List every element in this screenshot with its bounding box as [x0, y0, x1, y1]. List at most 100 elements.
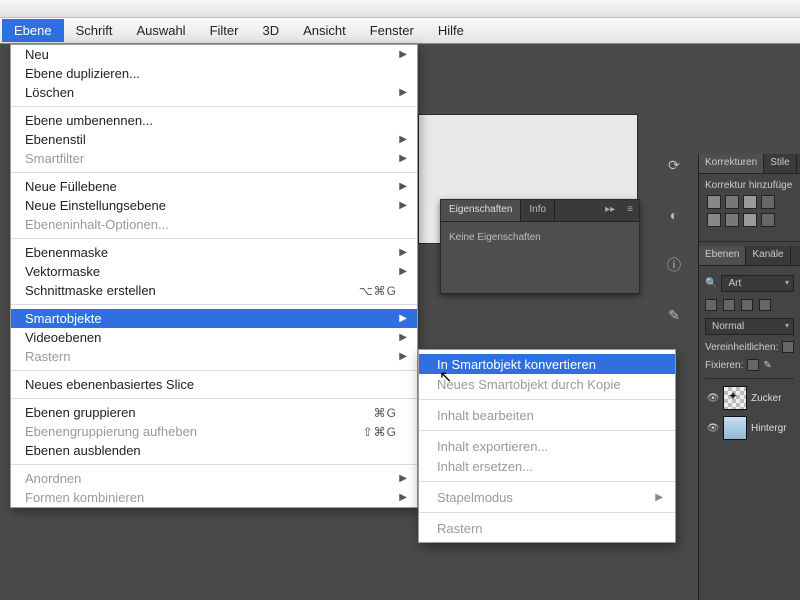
tab-info[interactable]: Info [521, 200, 555, 221]
unify-icon[interactable] [782, 341, 794, 353]
panel-menu-icon[interactable]: ≡ [621, 200, 639, 221]
submenu-item: Neues Smartobjekt durch Kopie [419, 374, 675, 394]
layer-name: Hintergr [751, 423, 787, 434]
panel-collapse-icon[interactable]: ▸▸ [599, 200, 621, 221]
menu-item-label: Schnittmaske erstellen [25, 283, 156, 298]
menu-item-label: Videoebenen [25, 330, 101, 345]
menu-item-label: Ebeneninhalt-Optionen... [25, 217, 169, 232]
menu-item-label: Ebene umbenennen... [25, 113, 153, 128]
dropdown-item[interactable]: Neue Einstellungsebene▶ [11, 196, 417, 215]
menu-auswahl[interactable]: Auswahl [124, 19, 197, 42]
submenu-arrow-icon: ▶ [399, 351, 407, 362]
layer-thumbnail[interactable] [723, 416, 747, 440]
collapsed-panel-strip: ⟳ ◐ ⓘ ✎ [660, 154, 688, 326]
menu-item-label: Rastern [437, 521, 483, 536]
menu-fenster[interactable]: Fenster [358, 19, 426, 42]
menu-item-label: Ebene duplizieren... [25, 66, 140, 81]
dropdown-item[interactable]: Videoebenen ▶ [11, 328, 417, 347]
filter-icon[interactable] [705, 299, 717, 311]
menu-item-label: Inhalt bearbeiten [437, 408, 534, 423]
menu-item-label: Neu [25, 47, 49, 62]
dropdown-item[interactable]: Neues ebenenbasiertes Slice [11, 375, 417, 394]
layers-tabs: Ebenen Kanäle [699, 246, 800, 266]
submenu-arrow-icon: ▶ [399, 332, 407, 343]
adj-icon[interactable] [725, 195, 739, 209]
submenu-item: Inhalt exportieren... [419, 436, 675, 456]
adj-icon[interactable] [743, 195, 757, 209]
dropdown-item[interactable]: Vektormaske▶ [11, 262, 417, 281]
adj-icon[interactable] [761, 195, 775, 209]
dropdown-item[interactable]: Ebenenstil▶ [11, 130, 417, 149]
adj-icon[interactable] [761, 213, 775, 227]
menu-item-label: Ebenen ausblenden [25, 443, 141, 458]
lock-icon[interactable] [747, 359, 759, 371]
corrections-tabs: Korrekturen Stile [699, 154, 800, 174]
tab-stile[interactable]: Stile [764, 154, 796, 173]
visibility-icon[interactable]: 👁 [707, 422, 719, 434]
tab-kanaele[interactable]: Kanäle [746, 246, 790, 265]
visibility-icon[interactable]: 👁 [707, 392, 719, 404]
adj-icon[interactable] [707, 213, 721, 227]
dropdown-item[interactable]: Neue Füllebene▶ [11, 177, 417, 196]
menu-filter[interactable]: Filter [198, 19, 251, 42]
unify-label: Vereinheitlichen: [705, 342, 778, 353]
submenu-item: Inhalt ersetzen... [419, 456, 675, 476]
adj-icon[interactable] [743, 213, 757, 227]
shortcut-label: ⌥⌘G [359, 284, 397, 298]
submenu-arrow-icon: ▶ [655, 492, 663, 503]
menu-item-label: Ebenenstil [25, 132, 86, 147]
menu-item-label: Stapelmodus [437, 490, 513, 505]
layers-body: 🔍 Art Normal Vereinheitlichen: Fixieren:… [699, 266, 800, 449]
dropdown-item[interactable]: Ebene umbenennen... [11, 111, 417, 130]
history-icon[interactable]: ⟳ [663, 154, 685, 176]
adj-icon[interactable] [707, 195, 721, 209]
filter-icon[interactable] [759, 299, 771, 311]
search-icon: 🔍 [705, 278, 717, 289]
dropdown-item[interactable]: Ebenen ausblenden [11, 441, 417, 460]
tab-eigenschaften[interactable]: Eigenschaften [441, 200, 521, 221]
properties-panel: Eigenschaften Info ▸▸ ≡ Keine Eigenschaf… [440, 199, 640, 294]
dropdown-item[interactable]: Ebenen gruppieren⌘G [11, 403, 417, 422]
brush-icon[interactable]: ✎ [763, 360, 771, 371]
dropdown-item[interactable]: Smartobjekte▶ [11, 309, 417, 328]
dropdown-item: Smartfilter▶ [11, 149, 417, 168]
submenu-item[interactable]: In Smartobjekt konvertieren [419, 354, 675, 374]
dropdown-item: Ebenengruppierung aufheben⇧⌘G [11, 422, 417, 441]
menu-hilfe[interactable]: Hilfe [426, 19, 476, 42]
tab-korrekturen[interactable]: Korrekturen [699, 154, 764, 173]
submenu-item: Stapelmodus ▶ [419, 487, 675, 507]
submenu-item: Inhalt bearbeiten [419, 405, 675, 425]
layer-filter-select[interactable]: Art [721, 275, 794, 292]
menu-item-label: Rastern [25, 349, 71, 364]
submenu-arrow-icon: ▶ [399, 181, 407, 192]
submenu-arrow-icon: ▶ [399, 247, 407, 258]
menu-ebene[interactable]: Ebene [2, 19, 64, 42]
dropdown-item[interactable]: Löschen▶ [11, 83, 417, 102]
dropdown-item[interactable]: Ebenenmaske▶ [11, 243, 417, 262]
char-icon[interactable]: ✎ [663, 304, 685, 326]
adjustment-icons [705, 191, 794, 231]
menu-item-label: Smartfilter [25, 151, 84, 166]
submenu-arrow-icon: ▶ [399, 87, 407, 98]
dropdown-item[interactable]: Neu▶ [11, 45, 417, 64]
menu-ansicht[interactable]: Ansicht [291, 19, 358, 42]
menu-item-label: In Smartobjekt konvertieren [437, 357, 596, 372]
info-icon[interactable]: ⓘ [663, 254, 685, 276]
filter-icon[interactable] [723, 299, 735, 311]
layer-thumbnail[interactable] [723, 386, 747, 410]
dropdown-item[interactable]: Schnittmaske erstellen ⌥⌘G [11, 281, 417, 300]
menu-item-label: Vektormaske [25, 264, 100, 279]
menu-item-label: Neues Smartobjekt durch Kopie [437, 377, 621, 392]
blend-mode-select[interactable]: Normal [705, 318, 794, 335]
adj-icon[interactable] [725, 213, 739, 227]
window-titlebar [0, 0, 800, 18]
dropdown-item[interactable]: Ebene duplizieren... [11, 64, 417, 83]
layer-row[interactable]: 👁 Zucker [705, 383, 794, 413]
adjust-icon[interactable]: ◐ [663, 204, 685, 226]
filter-icon[interactable] [741, 299, 753, 311]
tab-ebenen[interactable]: Ebenen [699, 246, 746, 265]
menu-schrift[interactable]: Schrift [64, 19, 125, 42]
layer-row[interactable]: 👁 Hintergr [705, 413, 794, 443]
corrections-label: Korrektur hinzufüge [705, 180, 794, 191]
menu-3d[interactable]: 3D [250, 19, 291, 42]
